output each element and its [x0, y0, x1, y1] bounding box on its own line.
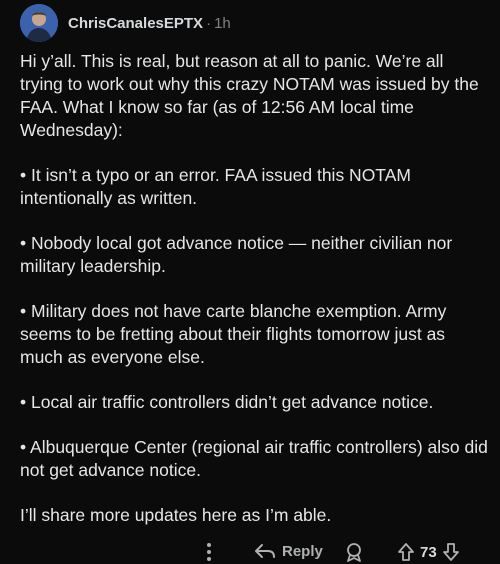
award-button[interactable] — [344, 542, 364, 562]
comment-paragraph: • Nobody local got advance notice — neit… — [20, 233, 453, 276]
comment-paragraph: I’ll share more updates here as I’m able… — [20, 505, 332, 525]
comment: ChrisCanalesEPTX · 1h Hi y’all. This is … — [0, 0, 500, 564]
comment-paragraph: • Local air traffic controllers didn’t g… — [20, 392, 434, 412]
timestamp: 1h — [214, 14, 231, 32]
comment-header: ChrisCanalesEPTX · 1h — [20, 4, 231, 42]
comment-paragraph: • Albuquerque Center (regional air traff… — [20, 437, 488, 480]
comment-actions: Reply 73 — [0, 540, 500, 564]
separator: · — [206, 14, 212, 32]
more-vertical-icon — [207, 543, 211, 561]
username[interactable]: ChrisCanalesEPTX — [68, 15, 203, 32]
reply-button[interactable]: Reply — [254, 542, 323, 560]
award-icon — [347, 543, 361, 562]
reply-label: Reply — [282, 542, 323, 560]
upvote-arrow-icon[interactable] — [397, 542, 415, 562]
downvote-arrow-icon[interactable] — [442, 542, 460, 562]
avatar[interactable] — [20, 4, 58, 42]
more-options-button[interactable] — [204, 542, 214, 562]
comment-paragraph: • Military does not have carte blanche e… — [20, 301, 447, 367]
vote-count: 73 — [420, 543, 437, 561]
comment-body: Hi y’all. This is real, but reason at al… — [20, 50, 490, 549]
comment-paragraph: Hi y’all. This is real, but reason at al… — [20, 51, 479, 140]
reply-arrow-icon — [255, 544, 275, 558]
comment-paragraph: • It isn’t a typo or an error. FAA issue… — [20, 165, 411, 208]
vote-controls: 73 — [397, 542, 460, 562]
